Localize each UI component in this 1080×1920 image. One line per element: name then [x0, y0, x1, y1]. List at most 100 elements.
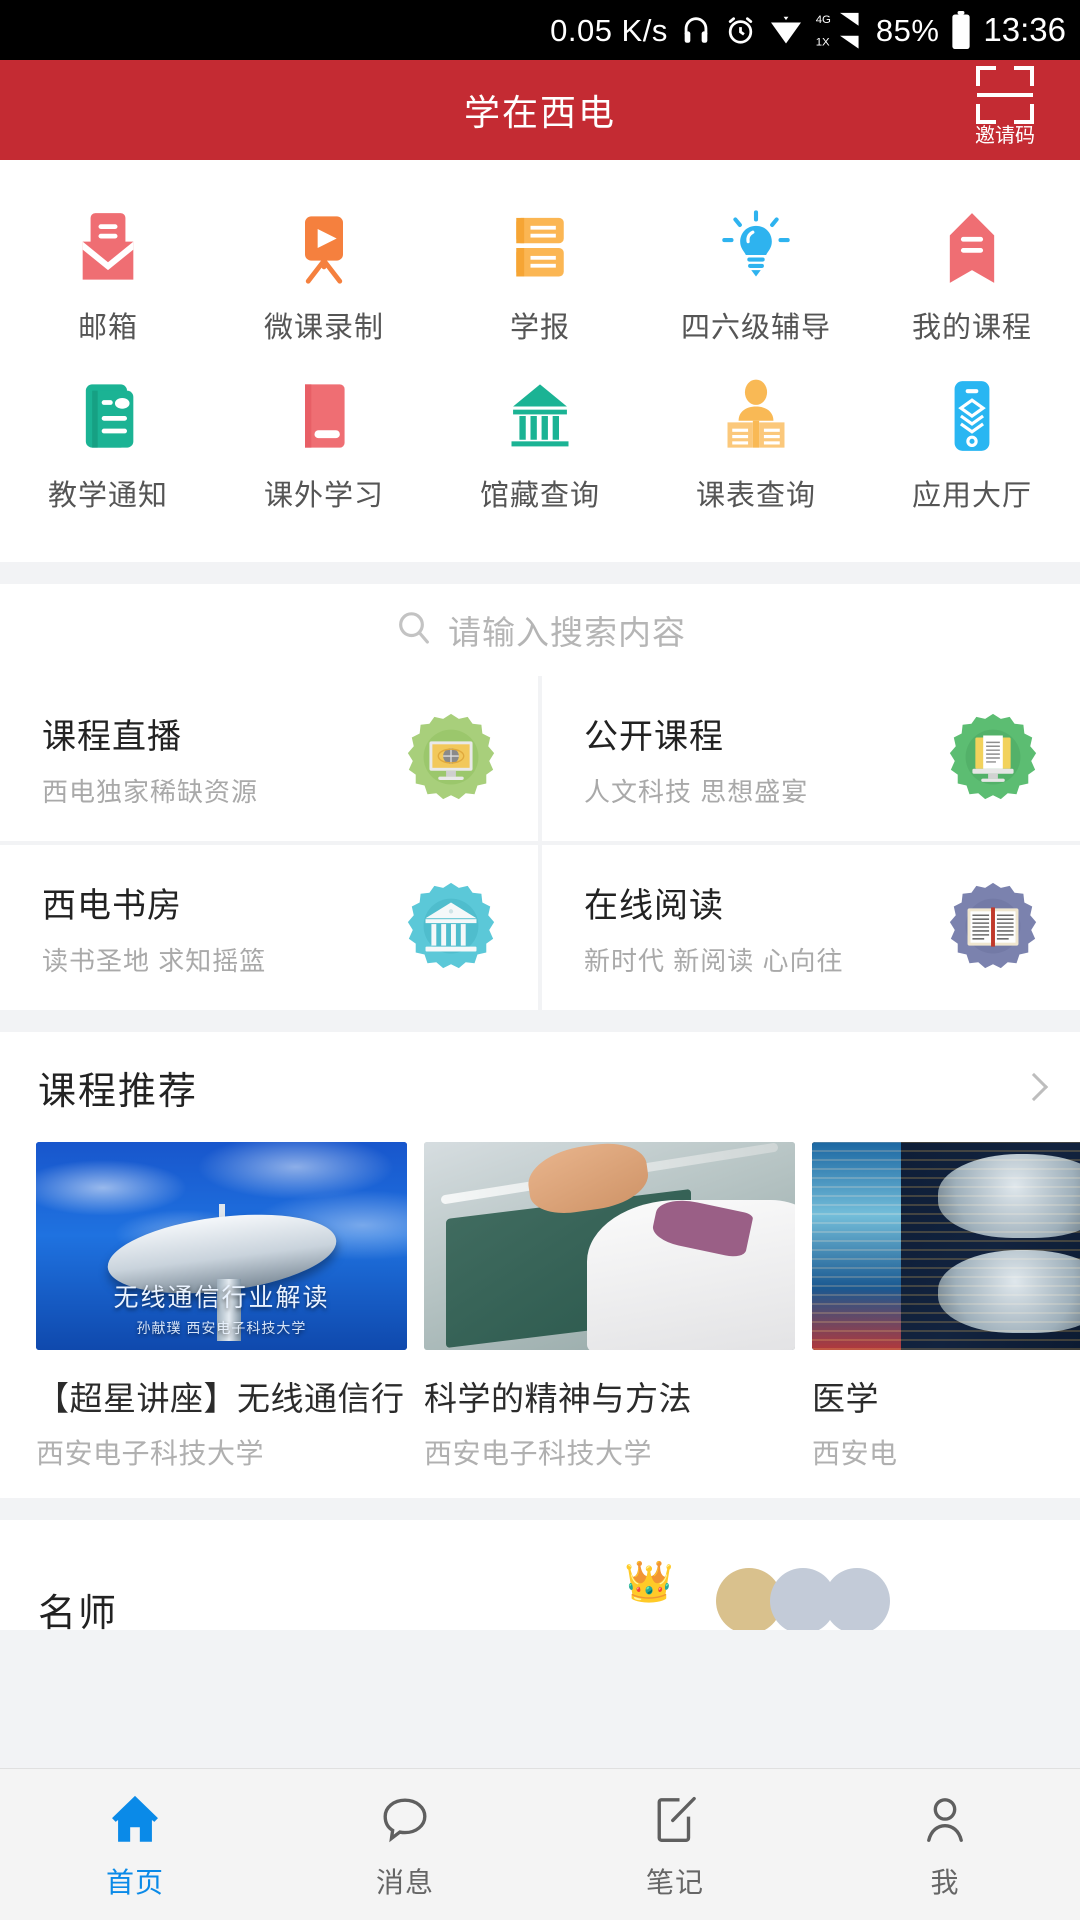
feature-card-title: 公开课程	[584, 717, 724, 756]
peek-section-title: 名师	[38, 1593, 119, 1630]
course-card[interactable]: 医学 西安电	[812, 1142, 1080, 1472]
shortcut-my-courses[interactable]: 我的课程	[864, 196, 1080, 364]
easel-play-icon	[286, 210, 362, 286]
shortcut-grid: 邮箱 微课录制 学报 四六级辅导 我的课程 教学通知 课外学习 馆藏查询 课表查…	[0, 160, 1080, 562]
shortcut-label: 我的课程	[911, 312, 1032, 344]
shortcut-row-2: 教学通知 课外学习 馆藏查询 课表查询 应用大厅	[0, 364, 1080, 532]
svg-text:4G: 4G	[816, 14, 831, 26]
course-recommend-header[interactable]: 课程推荐	[0, 1032, 1080, 1142]
note-edit-icon	[644, 1789, 706, 1851]
course-carousel[interactable]: 无线通信行业解读 孙献璞 西安电子科技大学 【超星讲座】无线通信行.. 西安电子…	[0, 1142, 1080, 1498]
reading-badge-icon	[944, 879, 1042, 977]
shortcut-row-1: 邮箱 微课录制 学报 四六级辅导 我的课程	[0, 196, 1080, 364]
app-layers-icon	[934, 378, 1010, 454]
search-input[interactable]: 请输入搜索内容	[448, 606, 686, 654]
next-section-peek[interactable]: 名师 👑	[0, 1520, 1080, 1630]
search-icon	[394, 608, 434, 653]
invite-code-button[interactable]: 邀请码	[952, 66, 1058, 146]
headphone-icon	[679, 13, 713, 47]
feature-card-title: 在线阅读	[584, 886, 724, 925]
course-org: 西安电	[812, 1438, 898, 1469]
mail-icon	[70, 210, 146, 286]
shortcut-label: 馆藏查询	[479, 480, 600, 512]
feature-card-live-course[interactable]: 课程直播 西电独家稀缺资源	[0, 676, 538, 841]
course-title: 科学的精神与方法	[424, 1380, 692, 1417]
tab-label: 我	[930, 1866, 960, 1898]
shortcut-label: 课外学习	[263, 480, 384, 512]
app-screen: 0.05 K/s 4G 1X 85% 13:36 学在西电 邀请码 邮箱 微课录…	[0, 0, 1080, 1920]
shortcut-label: 教学通知	[47, 480, 168, 512]
shortcut-label: 微课录制	[263, 312, 384, 344]
section-divider	[0, 562, 1080, 584]
shortcut-library-catalog[interactable]: 馆藏查询	[432, 364, 648, 532]
battery-icon	[950, 11, 972, 49]
avatar-group-icon	[716, 1568, 890, 1630]
bottom-tab-bar: 首页 消息 笔记 我	[0, 1768, 1080, 1920]
search-bar[interactable]: 请输入搜索内容	[0, 584, 1080, 676]
shortcut-microlecture[interactable]: 微课录制	[216, 196, 432, 364]
satellite-dish-thumbnail: 无线通信行业解读 孙献璞 西安电子科技大学	[36, 1142, 407, 1350]
invite-code-label: 邀请码	[975, 125, 1035, 147]
status-bar: 0.05 K/s 4G 1X 85% 13:36	[0, 0, 1080, 60]
course-card[interactable]: 无线通信行业解读 孙献璞 西安电子科技大学 【超星讲座】无线通信行.. 西安电子…	[36, 1142, 407, 1472]
feature-card-title: 西电书房	[42, 886, 182, 925]
notice-document-icon	[70, 378, 146, 454]
shortcut-teaching-notice[interactable]: 教学通知	[0, 364, 216, 532]
person-icon	[914, 1789, 976, 1851]
shortcut-mail[interactable]: 邮箱	[0, 196, 216, 364]
bookmark-icon	[934, 210, 1010, 286]
course-title: 【超星讲座】无线通信行..	[36, 1380, 407, 1417]
feature-card-open-course[interactable]: 公开课程 人文科技 思想盛宴	[542, 676, 1080, 841]
thumbnail-caption: 无线通信行业解读	[113, 1284, 330, 1312]
alarm-icon	[724, 14, 757, 47]
shortcut-timetable[interactable]: 课表查询	[648, 364, 864, 532]
open-course-badge-icon	[944, 710, 1042, 808]
feature-card-grid: 课程直播 西电独家稀缺资源 公开课程 人文科技 思想盛宴 西电书房 读书圣地 求…	[0, 676, 1080, 1014]
feature-card-subtitle: 新时代 新阅读 心向往	[584, 945, 844, 976]
shortcut-journal[interactable]: 学报	[432, 196, 648, 364]
books-icon	[502, 210, 578, 286]
course-org: 西安电子科技大学	[36, 1438, 265, 1469]
book-icon	[286, 378, 362, 454]
course-card[interactable]: 科学的精神与方法 西安电子科技大学	[424, 1142, 795, 1472]
crown-icon: 👑	[624, 1560, 674, 1604]
library-badge-icon	[402, 879, 500, 977]
lightbulb-icon	[718, 210, 794, 286]
svg-text:1X: 1X	[816, 37, 830, 49]
chevron-right-icon[interactable]	[1019, 1072, 1049, 1102]
feature-card-subtitle: 人文科技 思想盛宴	[584, 776, 809, 807]
tab-notes[interactable]: 笔记	[540, 1789, 810, 1901]
feature-card-title: 课程直播	[42, 717, 182, 756]
person-reading-icon	[718, 378, 794, 454]
course-org: 西安电子科技大学	[424, 1438, 653, 1469]
library-bank-icon	[502, 378, 578, 454]
chat-bubble-icon	[374, 1789, 436, 1851]
shortcut-cet-tutoring[interactable]: 四六级辅导	[648, 196, 864, 364]
feature-card-subtitle: 读书圣地 求知摇篮	[42, 945, 267, 976]
shortcut-extracurricular[interactable]: 课外学习	[216, 364, 432, 532]
shortcut-label: 应用大厅	[911, 480, 1032, 512]
wifi-icon	[768, 15, 804, 45]
shortcut-label: 邮箱	[77, 312, 138, 344]
feature-card-online-reading[interactable]: 在线阅读 新时代 新阅读 心向往	[542, 845, 1080, 1010]
shortcut-label: 课表查询	[695, 480, 816, 512]
lab-scientist-thumbnail	[424, 1142, 795, 1350]
feature-card-subtitle: 西电独家稀缺资源	[42, 776, 259, 807]
tab-label: 消息	[375, 1866, 434, 1898]
tab-home[interactable]: 首页	[0, 1789, 270, 1901]
shortcut-app-hall[interactable]: 应用大厅	[864, 364, 1080, 532]
home-icon	[104, 1789, 166, 1851]
shortcut-label: 四六级辅导	[680, 312, 831, 344]
network-speed-text: 0.05 K/s	[550, 12, 668, 48]
tab-profile[interactable]: 我	[810, 1789, 1080, 1901]
battery-percent-text: 85%	[875, 12, 940, 48]
app-header: 学在西电 邀请码	[0, 60, 1080, 160]
clock-text: 13:36	[983, 11, 1066, 48]
shortcut-label: 学报	[509, 312, 570, 344]
section-title: 课程推荐	[38, 1070, 199, 1113]
tab-messages[interactable]: 消息	[270, 1789, 540, 1901]
thumbnail-caption-sub: 孙献璞 西安电子科技大学	[136, 1320, 307, 1336]
medical-scan-thumbnail	[812, 1142, 1080, 1350]
feature-card-study-room[interactable]: 西电书房 读书圣地 求知摇篮	[0, 845, 538, 1010]
tab-label: 笔记	[645, 1866, 704, 1898]
